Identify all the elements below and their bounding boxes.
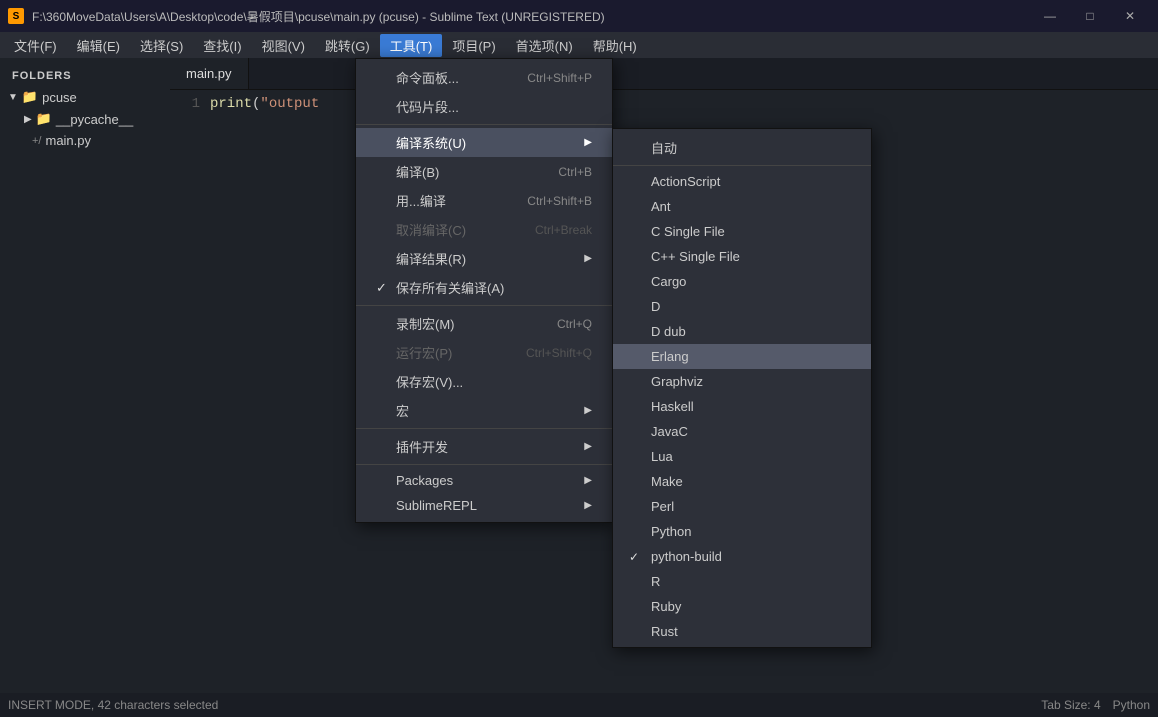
statusbar: INSERT MODE, 42 characters selected Tab … [0,693,1158,717]
menu-edit[interactable]: 编辑(E) [67,34,130,57]
menu-select[interactable]: 选择(S) [130,34,193,57]
tabbar: main.py [170,58,1158,90]
language-indicator[interactable]: Python [1113,698,1150,712]
folder-icon: 📁 [22,89,38,105]
main-area: FOLDERS ▼ 📁 pcuse ▶ 📁 __pycache__ +/ mai… [0,58,1158,693]
tab-size[interactable]: Tab Size: 4 [1041,698,1100,712]
window-controls: — □ ✕ [1030,0,1150,32]
sidebar-folder-pycache[interactable]: ▶ 📁 __pycache__ [0,108,170,130]
menu-goto[interactable]: 跳转(G) [315,34,380,57]
code-token-print: print [210,96,252,112]
close-button[interactable]: ✕ [1110,0,1150,32]
sidebar-folder-pcuse[interactable]: ▼ 📁 pcuse [0,86,170,108]
folder-icon: 📁 [36,111,52,127]
file-icon: +/ [32,135,41,147]
statusbar-left: INSERT MODE, 42 characters selected [8,698,218,712]
line-num-1: 1 [170,94,200,115]
code-token-string: "output [260,96,319,112]
folder-name-pycache: __pycache__ [56,112,133,127]
folder-arrow-icon: ▶ [24,114,32,125]
menu-help[interactable]: 帮助(H) [583,34,647,57]
menu-file[interactable]: 文件(F) [4,34,67,57]
menu-project[interactable]: 项目(P) [442,34,505,57]
file-name-mainpy: main.py [45,133,91,148]
minimize-button[interactable]: — [1030,0,1070,32]
code-area[interactable]: print("output [210,94,1158,693]
sidebar: FOLDERS ▼ 📁 pcuse ▶ 📁 __pycache__ +/ mai… [0,58,170,693]
maximize-button[interactable]: □ [1070,0,1110,32]
statusbar-right: Tab Size: 4 Python [1041,698,1150,712]
editor-content[interactable]: 1 print("output [170,90,1158,693]
editor-panel: main.py 1 print("output [170,58,1158,693]
menu-view[interactable]: 视图(V) [252,34,315,57]
menubar: 文件(F) 编辑(E) 选择(S) 查找(I) 视图(V) 跳转(G) 工具(T… [0,32,1158,58]
code-line-1: print("output [210,94,1158,115]
menu-tools[interactable]: 工具(T) [380,34,443,57]
window-title: F:\360MoveData\Users\A\Desktop\code\暑假项目… [32,8,1030,25]
sidebar-file-mainpy[interactable]: +/ main.py [0,130,170,151]
tab-mainpy[interactable]: main.py [170,58,249,89]
menu-find[interactable]: 查找(I) [193,34,251,57]
folder-arrow-icon: ▼ [8,92,18,103]
menu-preferences[interactable]: 首选项(N) [506,34,583,57]
sidebar-header: FOLDERS [0,66,170,86]
editor-mode: INSERT MODE, 42 characters selected [8,698,218,712]
app-icon: S [8,8,24,24]
titlebar: S F:\360MoveData\Users\A\Desktop\code\暑假… [0,0,1158,32]
folder-name-pcuse: pcuse [42,90,77,105]
line-numbers: 1 [170,94,210,693]
